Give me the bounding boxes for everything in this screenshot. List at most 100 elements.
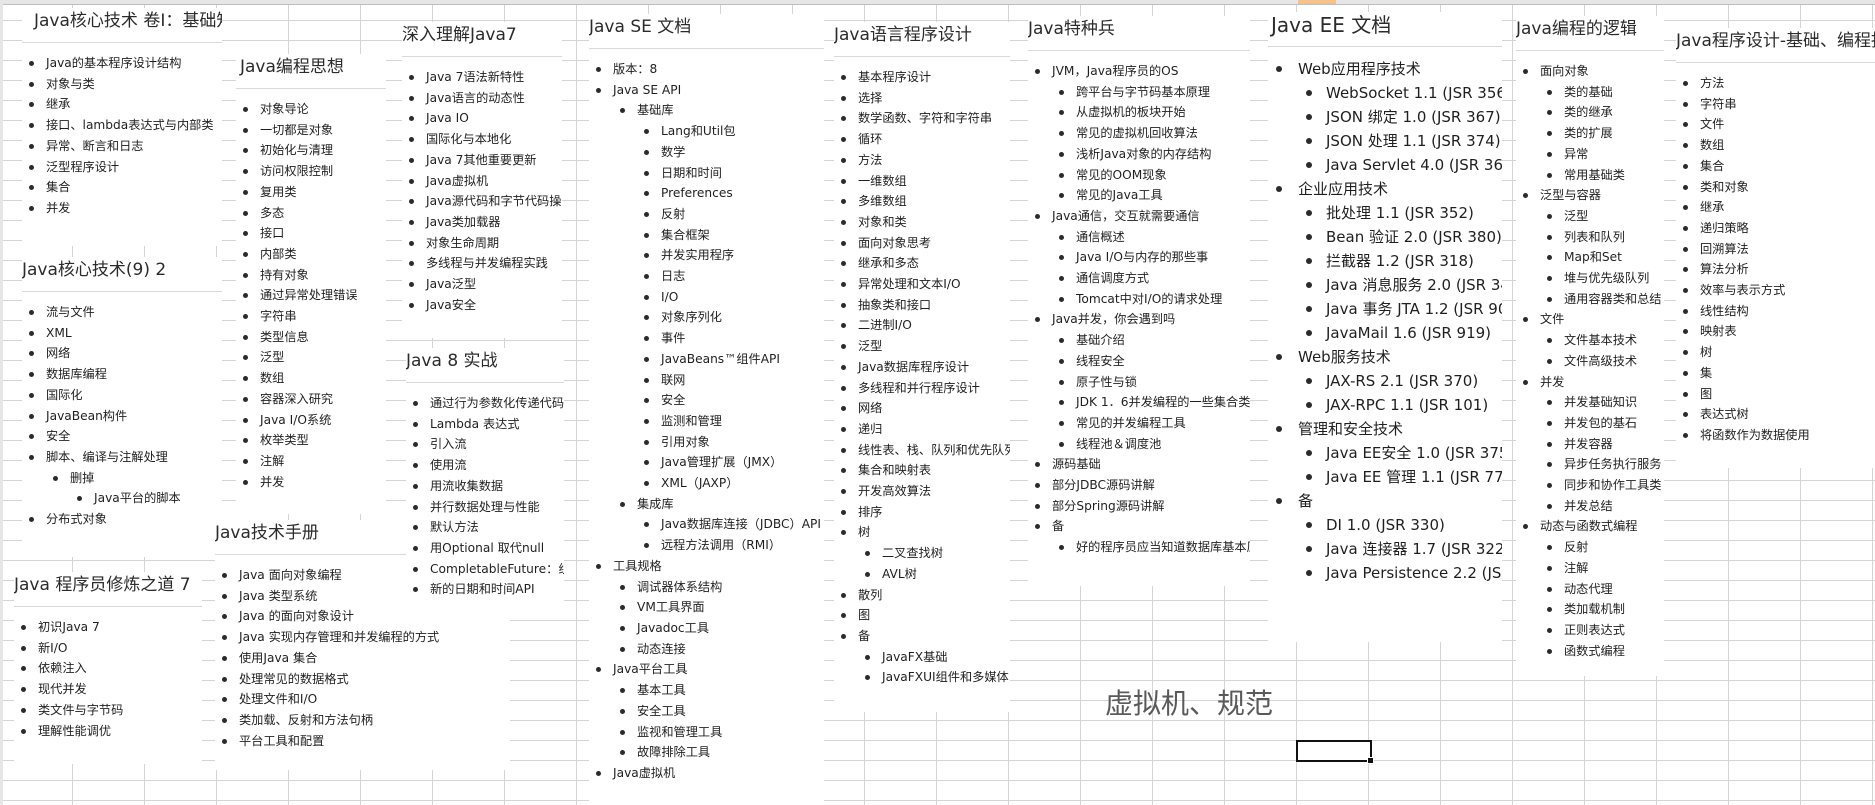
list-item[interactable]: 基本程序设计 <box>834 67 1010 88</box>
list-item[interactable]: 日志 <box>637 266 824 287</box>
list-item[interactable]: Preferences <box>637 183 824 204</box>
list-item[interactable]: 初识Java 7 <box>14 617 202 638</box>
list-item[interactable]: 注解 <box>236 451 386 472</box>
list-item[interactable]: 文件基本技术 <box>1540 330 1664 351</box>
list-item[interactable]: 常见的OOM现象 <box>1052 165 1250 186</box>
list-item[interactable]: 图 <box>834 605 1010 626</box>
list-item[interactable]: 动态代理 <box>1540 579 1664 600</box>
list-item[interactable]: 线性表、栈、队列和优先队列 <box>834 440 1010 461</box>
list-item[interactable]: 类的基础 <box>1540 82 1664 103</box>
list-item[interactable]: 多线程与并发编程实践 <box>402 253 562 274</box>
list-item[interactable]: 常见的虚拟机回收算法 <box>1052 123 1250 144</box>
list-item[interactable]: 接口 <box>236 223 386 244</box>
list-item[interactable]: 备 DI 1.0 (JSR 330) Java 连接器 1.7 (JSR 322) J… <box>1268 489 1502 585</box>
list-item[interactable]: 数组 <box>1676 135 1875 156</box>
list-item[interactable]: 部分Spring源码讲解 <box>1028 496 1250 517</box>
list-item[interactable]: 继承 <box>22 94 222 115</box>
list-item[interactable]: Java类加载器 <box>402 212 562 233</box>
list-item[interactable]: 面向对象 类的基础 类的继承 类的扩展 异常 常用基础类 <box>1516 61 1664 185</box>
list-item[interactable]: 类的继承 <box>1540 102 1664 123</box>
mindmap-card-java-ee-docs[interactable]: Java EE 文档 Web应用程序技术 WebSocket 1.1 (JSR 3… <box>1268 12 1502 642</box>
list-item[interactable]: 原子性与锁 <box>1052 372 1250 393</box>
list-item[interactable]: 异常、断言和日志 <box>22 136 222 157</box>
list-item[interactable]: JavaBean构件 <box>22 406 222 427</box>
list-item[interactable]: 平台工具和配置 <box>215 731 510 752</box>
list-item[interactable]: 类和对象 <box>1676 177 1875 198</box>
list-item[interactable]: 字符串 <box>1676 94 1875 115</box>
list-item[interactable]: 多维数组 <box>834 191 1010 212</box>
list-item[interactable]: 依赖注入 <box>14 658 202 679</box>
list-item[interactable]: 方法 <box>834 150 1010 171</box>
list-item[interactable]: 脚本、编译与注解处理 删掉 Java平台的脚本 <box>22 447 222 509</box>
list-item[interactable]: JSON 绑定 1.0 (JSR 367) <box>1298 105 1502 129</box>
list-item[interactable]: 线程池＆调度池 <box>1052 434 1250 455</box>
list-item[interactable]: 类加载、反射和方法句柄 <box>215 710 510 731</box>
mindmap-card-java-se-docs[interactable]: Java SE 文档 版本：8 Java SE API 基础库 Lang和Util包数… <box>589 14 824 805</box>
list-item[interactable]: VM工具界面 <box>613 597 824 618</box>
mindmap-card-core-java-2[interactable]: Java核心技术(9) 2 流与文件 XML 网络 数据库编程 国际化 JavaBean构… <box>22 257 222 557</box>
list-item[interactable]: 效率与表示方式 <box>1676 280 1875 301</box>
list-item[interactable]: 枚举类型 <box>236 430 386 451</box>
list-item[interactable]: 循环 <box>834 129 1010 150</box>
list-item[interactable]: 国际化 <box>22 385 222 406</box>
list-item[interactable]: 将函数作为数据使用 <box>1676 425 1875 446</box>
list-item[interactable]: Java数据库程序设计 <box>834 357 1010 378</box>
list-item[interactable]: Java EE安全 1.0 (JSR 375) <box>1298 441 1502 465</box>
list-item[interactable]: Java的基本程序设计结构 <box>22 53 222 74</box>
list-item[interactable]: 内部类 <box>236 244 386 265</box>
list-item[interactable]: WebSocket 1.1 (JSR 356) <box>1298 81 1502 105</box>
mindmap-card-thinking-in-java[interactable]: Java编程思想 对象导论 一切都是对象 初始化与清理 访问权限控制 复用类 多态 接口 内部… <box>236 54 386 514</box>
list-item[interactable]: 并行数据处理与性能 <box>406 497 564 518</box>
list-item[interactable]: Java IO <box>402 108 562 129</box>
list-item[interactable]: 图 <box>1676 384 1875 405</box>
list-item[interactable]: 企业应用技术 批处理 1.1 (JSR 352) Bean 验证 2.0 (JSR … <box>1268 177 1502 345</box>
list-item[interactable]: 现代并发 <box>14 679 202 700</box>
list-item[interactable]: JSON 处理 1.1 (JSR 374) <box>1298 129 1502 153</box>
list-item[interactable]: 浅析Java对象的内存结构 <box>1052 144 1250 165</box>
list-item[interactable]: 函数式编程 <box>1540 641 1664 662</box>
mindmap-card-core-java-1[interactable]: Java核心技术 卷I：基础知识（原书第10版） Java的基本程序设计结构对象… <box>22 8 222 246</box>
list-item[interactable]: 对象和类 <box>834 212 1010 233</box>
list-item[interactable]: 安全 <box>637 390 824 411</box>
list-item[interactable]: 线程安全 <box>1052 351 1250 372</box>
list-item[interactable]: Java SE API 基础库 Lang和Util包 数学 日期和时间 Preferenc… <box>589 80 824 556</box>
list-item[interactable]: 类加载机制 <box>1540 599 1664 620</box>
list-item[interactable]: Java 7语法新特性 <box>402 67 562 88</box>
mindmap-card-well-grounded-java[interactable]: Java 程序员修炼之道 7 初识Java 7 新I/O 依赖注入 现代并发 类文件与字… <box>14 572 202 764</box>
list-item[interactable]: 分布式对象 <box>22 509 222 530</box>
list-item[interactable]: 泛型 <box>834 336 1010 357</box>
list-item[interactable]: 数学 <box>637 142 824 163</box>
list-item[interactable]: 通用容器类和总结 <box>1540 289 1664 310</box>
list-item[interactable]: 线性结构 <box>1676 301 1875 322</box>
fill-handle[interactable] <box>1367 757 1374 764</box>
list-item[interactable]: 源码基础 <box>1028 454 1250 475</box>
list-item[interactable]: 动态连接 <box>613 639 824 660</box>
list-item[interactable]: 文件 <box>1676 114 1875 135</box>
list-item[interactable]: JAX-RPC 1.1 (JSR 101) <box>1298 393 1502 417</box>
list-item[interactable]: Java泛型 <box>402 274 562 295</box>
list-item[interactable]: 并发总结 <box>1540 496 1664 517</box>
list-item[interactable]: 泛型与容器 泛型 列表和队列 Map和Set 堆与优先级队列 通用容器类和总结 <box>1516 185 1664 309</box>
list-item[interactable]: Map和Set <box>1540 247 1664 268</box>
list-item[interactable]: Java语言的动态性 <box>402 88 562 109</box>
list-item[interactable]: 联网 <box>637 370 824 391</box>
list-item[interactable]: 管理和安全技术 Java EE安全 1.0 (JSR 375) Java EE 管理… <box>1268 417 1502 489</box>
list-item[interactable]: 常见的Java工具 <box>1052 185 1250 206</box>
list-item[interactable]: Web应用程序技术 WebSocket 1.1 (JSR 356) JSON 绑定 … <box>1268 57 1502 177</box>
list-item[interactable]: Java安全 <box>402 295 562 316</box>
list-item[interactable]: 树 <box>1676 342 1875 363</box>
selected-cell[interactable] <box>1296 740 1374 764</box>
list-item[interactable]: Java平台的脚本 <box>70 488 222 509</box>
list-item[interactable]: 集成库 Java数据库连接（JDBC）API 远程方法调用（RMI） <box>613 494 824 556</box>
list-item[interactable]: XML <box>22 323 222 344</box>
list-item[interactable]: 类型信息 <box>236 327 386 348</box>
list-item[interactable]: 回溯算法 <box>1676 239 1875 260</box>
list-item[interactable]: 故障排除工具 <box>613 742 824 763</box>
list-item[interactable]: 新I/O <box>14 638 202 659</box>
list-item[interactable]: 新的日期和时间API <box>406 579 564 600</box>
list-item[interactable]: 反射 <box>1540 537 1664 558</box>
list-item[interactable]: 并发基础知识 <box>1540 392 1664 413</box>
list-item[interactable]: 用Optional 取代null <box>406 538 564 559</box>
list-item[interactable]: 备 JavaFX基础 JavaFXUI组件和多媒体 <box>834 626 1010 688</box>
list-item[interactable]: 用流收集数据 <box>406 476 564 497</box>
